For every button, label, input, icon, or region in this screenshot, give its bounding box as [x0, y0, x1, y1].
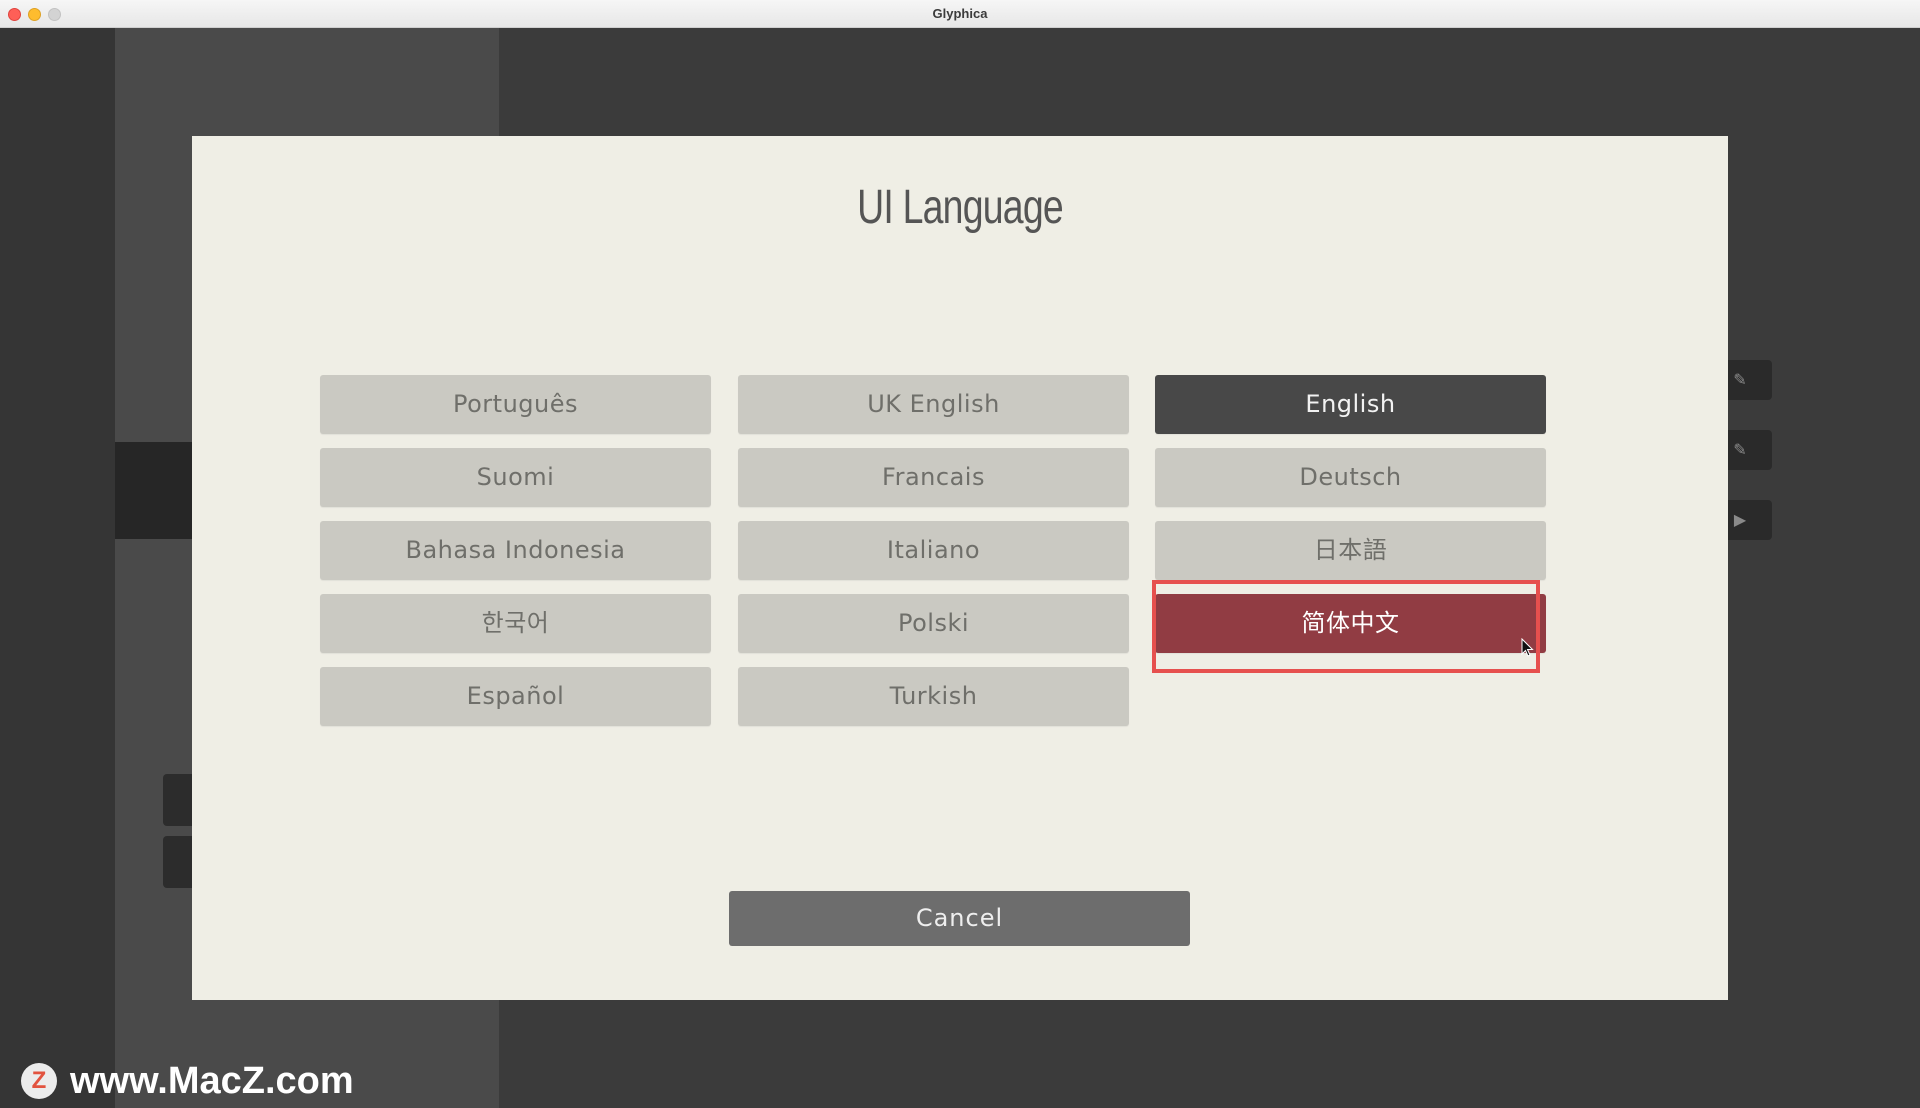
language-option-francais[interactable]: Francais — [738, 448, 1129, 507]
mouse-cursor-icon — [1521, 638, 1534, 657]
language-option-italiano[interactable]: Italiano — [738, 521, 1129, 580]
language-option-korean[interactable]: 한국어 — [320, 594, 711, 653]
language-option-japanese[interactable]: 日本語 — [1155, 521, 1546, 580]
language-option-espanol[interactable]: Español — [320, 667, 711, 726]
language-option-polski[interactable]: Polski — [738, 594, 1129, 653]
language-option-suomi[interactable]: Suomi — [320, 448, 711, 507]
language-option-uk-english[interactable]: UK English — [738, 375, 1129, 434]
dialog-title: UI Language — [857, 181, 1064, 234]
language-option-turkish[interactable]: Turkish — [738, 667, 1129, 726]
language-option-portugues[interactable]: Português — [320, 375, 711, 434]
background-left-strip — [0, 28, 115, 1108]
background-selected-row — [115, 442, 199, 539]
title-bar: Glyphica — [0, 0, 1920, 28]
window-title: Glyphica — [932, 6, 988, 21]
language-option-deutsch[interactable]: Deutsch — [1155, 448, 1546, 507]
language-option-bahasa-indonesia[interactable]: Bahasa Indonesia — [320, 521, 711, 580]
watermark-logo-icon: Z — [21, 1063, 57, 1099]
ui-language-dialog: UI Language Português UK English English… — [192, 136, 1728, 1000]
cancel-button[interactable]: Cancel — [729, 891, 1190, 946]
watermark-text: www.MacZ.com — [70, 1060, 354, 1102]
language-option-english[interactable]: English — [1155, 375, 1546, 434]
language-option-simplified-chinese[interactable]: 简体中文 — [1155, 594, 1546, 653]
